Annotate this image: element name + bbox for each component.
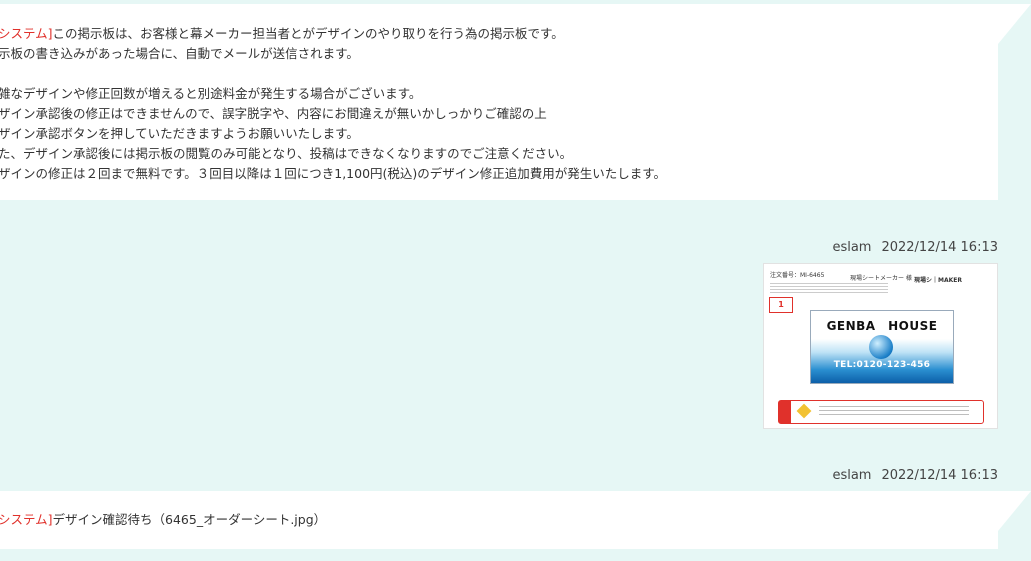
message-line: た、デザイン承認後には掲示板の閲覧のみ可能となり、投稿はできなくなりますのでご注… [0, 146, 573, 161]
system-message-bubble: システム]デザイン確認待ち（6465_オーダーシート.jpg） [0, 491, 1031, 549]
brand-logo: 現場シ｜MAKER [914, 277, 962, 284]
bubble-tail [998, 491, 1031, 531]
message-line: ザイン承認後の修正はできませんので、誤字脱字や、内容にお間違えが無いかしっかりご… [0, 106, 547, 121]
warning-box [778, 400, 984, 424]
message-line: この掲示板は、お客様と幕メーカー担当者とがデザインのやり取りを行う為の掲示板です… [52, 26, 564, 41]
message-line: ザインの修正は２回まで無料です。３回目以降は１回につき1,100円(税込)のデザ… [0, 166, 667, 181]
post-timestamp: 2022/12/14 16:13 [881, 468, 998, 483]
message-line: デザイン確認待ち（6465_オーダーシート.jpg） [52, 512, 327, 527]
warning-icon [796, 403, 812, 419]
post-timestamp: 2022/12/14 16:13 [881, 240, 998, 255]
order-number: 注文番号：MI-6465 [770, 272, 825, 279]
post-meta: eslam 2022/12/14 16:13 [832, 240, 998, 255]
system-message-text: システム]デザイン確認待ち（6465_オーダーシート.jpg） [0, 510, 326, 530]
design-title: GENBA HOUSE [826, 319, 938, 333]
message-line: 示板の書き込みがあった場合に、自動でメールが送信されます。 [0, 46, 359, 61]
system-tag: システム] [0, 512, 53, 527]
design-phone: TEL:0120-123-456 [833, 360, 931, 370]
system-message-bubble: システム]この掲示板は、お客様と幕メーカー担当者とがデザインのやり取りを行う為の… [0, 4, 1031, 200]
post-meta: eslam 2022/12/14 16:13 [832, 468, 998, 483]
message-line: 雑なデザインや修正回数が増えると別途料金が発生する場合がございます。 [0, 86, 422, 101]
warning-text [819, 406, 969, 418]
fine-print [770, 283, 888, 293]
bubble-tail [998, 4, 1031, 44]
system-tag: システム] [0, 26, 53, 41]
sheet-count-badge: 1 [769, 297, 793, 313]
post-author: eslam [832, 240, 872, 255]
warning-label [779, 401, 791, 423]
attachment-thumbnail[interactable]: 注文番号：MI-6465 現場シートメーカー 様 現場シ｜MAKER 1 GEN… [763, 263, 998, 429]
message-line: ザイン承認ボタンを押していただきますようお願いいたします。 [0, 126, 359, 141]
sheet-title: 現場シートメーカー 様 [850, 275, 912, 282]
design-preview: GENBA HOUSE TEL:0120-123-456 [810, 310, 954, 384]
globe-icon [869, 335, 893, 359]
system-message-text: システム]この掲示板は、お客様と幕メーカー担当者とがデザインのやり取りを行う為の… [0, 24, 666, 184]
post-author: eslam [832, 468, 872, 483]
